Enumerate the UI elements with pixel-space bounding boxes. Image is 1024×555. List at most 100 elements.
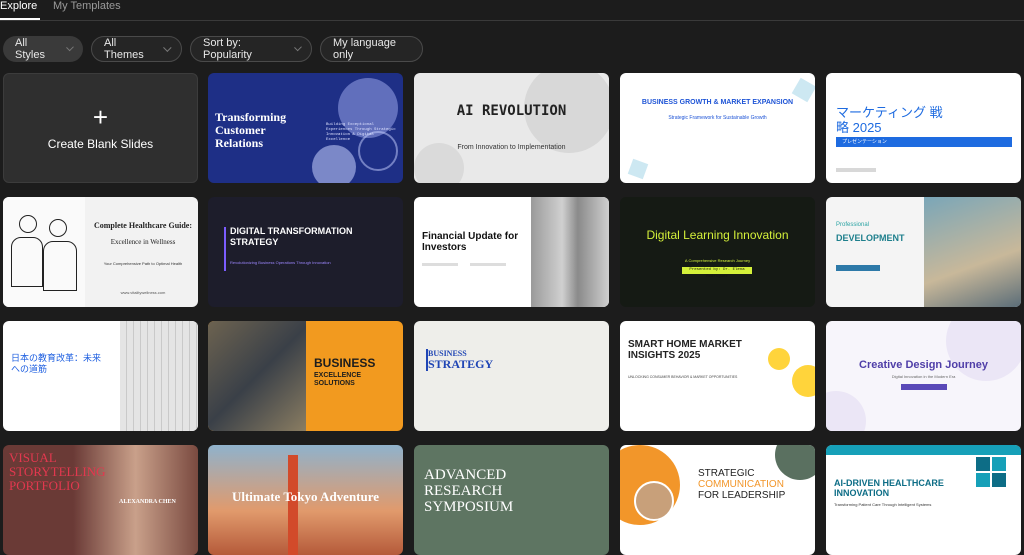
chevron-down-icon <box>163 43 172 52</box>
template-title: Creative Design Journey <box>859 359 988 371</box>
accent-bar <box>426 349 428 371</box>
template-title: DIGITAL TRANSFORMATION STRATEGY <box>230 226 353 247</box>
doctors-illustration <box>3 197 85 307</box>
template-title: Transforming Customer Relations <box>215 110 287 150</box>
template-title: Digital Learning Innovation <box>646 228 789 242</box>
template-title: DEVELOPMENT <box>836 233 905 243</box>
template-subtitle: A Comprehensive Research Journey <box>684 258 751 263</box>
template-card-complete-healthcare-guide[interactable]: Complete Healthcare Guide: Excellence in… <box>3 197 198 307</box>
all-styles-dropdown[interactable]: All Styles <box>3 36 83 62</box>
template-card-ai-healthcare[interactable]: AI-DRIVEN HEALTHCARE INNOVATION Transfor… <box>826 445 1021 555</box>
template-title: Complete Healthcare Guide: <box>93 221 193 230</box>
template-title: BUSINESS GROWTH & MARKET EXPANSION <box>641 99 794 106</box>
template-card-ai-revolution[interactable]: AI REVOLUTION From Innovation to Impleme… <box>414 73 609 183</box>
building-image <box>531 197 609 307</box>
sort-label: Sort by: Popularity <box>203 37 252 61</box>
template-card-creative-design[interactable]: Creative Design Journey Digital Innovati… <box>826 321 1021 431</box>
decor-circle <box>312 145 356 183</box>
template-subtitle: Revolutionizing Business Operations Thro… <box>230 260 331 265</box>
decor-square <box>992 457 1006 471</box>
template-title: Ultimate Tokyo Adventure <box>231 489 380 504</box>
template-title-2: Excellence in Wellness <box>110 238 176 246</box>
sort-dropdown[interactable]: Sort by: Popularity <box>190 36 312 62</box>
template-subtitle: From Innovation to Implementation <box>457 144 566 151</box>
template-subtitle: プレゼンテーション <box>836 137 1012 147</box>
template-subtitle: Your Comprehensive Path to Optimal Healt… <box>103 261 183 266</box>
active-tab-indicator <box>0 18 40 20</box>
tab-my-templates[interactable]: My Templates <box>53 0 121 13</box>
template-title: SMART HOME MARKET INSIGHTS 2025 <box>628 339 742 361</box>
template-card-japan-education[interactable]: 日本の教育改革：未来への道筋 <box>3 321 198 431</box>
decor-square <box>976 473 990 487</box>
template-label: Professional <box>836 222 870 228</box>
template-presenter: Presented by: Dr. Elena Rodriguez <box>682 267 752 279</box>
template-title-2: COMMUNICATION <box>698 479 784 490</box>
template-subtitle: Strategic Framework for Sustainable Grow… <box>668 115 767 121</box>
template-subtitle: Building Exceptional Experiences Through… <box>326 123 396 142</box>
template-card-marketing-2025[interactable]: マーケティング 戦略 2025 プレゼンテーション <box>826 73 1021 183</box>
template-card-digital-learning[interactable]: Digital Learning Innovation A Comprehens… <box>620 197 815 307</box>
template-title: BUSINESS <box>314 356 376 370</box>
decor-square <box>992 473 1006 487</box>
template-subtitle: UNLOCKING CONSUMER BEHAVIOR & MARKET OPP… <box>628 375 738 379</box>
tab-explore[interactable]: Explore <box>0 0 37 13</box>
template-title: マーケティング 戦略 2025 <box>836 105 943 135</box>
team-photo <box>924 197 1021 307</box>
template-title-3: SOLUTIONS <box>314 380 355 387</box>
decor-button <box>901 384 947 390</box>
template-title: AI-DRIVEN HEALTHCARE INNOVATION <box>834 478 944 498</box>
all-themes-dropdown[interactable]: All Themes <box>91 36 182 62</box>
template-subtitle: Digital Innovation in the Modern Era <box>891 374 956 379</box>
template-card-smart-home[interactable]: SMART HOME MARKET INSIGHTS 2025 UNLOCKIN… <box>620 321 815 431</box>
template-card-business-excellence[interactable]: BUSINESS EXCELLENCE SOLUTIONS <box>208 321 403 431</box>
decor-circle <box>768 348 790 370</box>
decor-shape <box>627 158 649 180</box>
tower-image <box>288 455 298 555</box>
create-blank-slides-card[interactable]: + Create Blank Slides <box>3 73 198 183</box>
template-card-business-growth[interactable]: BUSINESS GROWTH & MARKET EXPANSION Strat… <box>620 73 815 183</box>
header-bar <box>826 445 1021 455</box>
decor-circle <box>792 365 815 397</box>
decor-square <box>976 457 990 471</box>
chevron-down-icon <box>293 43 302 52</box>
template-title: Financial Update for Investors <box>422 231 519 253</box>
template-card-visual-storytelling[interactable]: VISUAL STORYTELLING PORTFOLIO ALEXANDRA … <box>3 445 198 555</box>
create-blank-slides-label: Create Blank Slides <box>47 137 154 151</box>
decor-button <box>836 265 880 271</box>
decor-line <box>836 168 876 172</box>
template-subtitle: Transforming Patient Care Through Intell… <box>834 502 932 507</box>
template-card-digital-transformation[interactable]: DIGITAL TRANSFORMATION STRATEGY Revoluti… <box>208 197 403 307</box>
decor-circle <box>946 321 1021 381</box>
chevron-down-icon <box>65 43 74 52</box>
template-card-strategic-communication[interactable]: STRATEGIC COMMUNICATION FOR LEADERSHIP <box>620 445 815 555</box>
template-title: VISUAL STORYTELLING PORTFOLIO <box>9 450 106 493</box>
template-title: STRATEGIC <box>698 468 755 479</box>
accent-bar <box>224 227 226 271</box>
template-card-research-symposium[interactable]: ADVANCED RESEARCH SYMPOSIUM <box>414 445 609 555</box>
tab-bar: Explore My Templates <box>0 0 1024 21</box>
template-title-3: FOR LEADERSHIP <box>698 490 786 501</box>
template-title: 日本の教育改革：未来への道筋 <box>11 353 102 374</box>
template-name: ALEXANDRA CHEN <box>119 499 176 505</box>
template-card-financial-update[interactable]: Financial Update for Investors <box>414 197 609 307</box>
my-language-only-toggle[interactable]: My language only <box>320 36 423 62</box>
speaker-photo <box>634 481 674 521</box>
decor-line <box>470 263 506 266</box>
template-url: www.vitalitywellness.com <box>120 290 166 295</box>
template-title-2: STRATEGY <box>428 357 494 371</box>
template-title-2: EXCELLENCE <box>314 372 362 379</box>
office-photo <box>208 321 306 431</box>
template-card-business-strategy[interactable]: BUSINESS STRATEGY <box>414 321 609 431</box>
all-themes-label: All Themes <box>104 37 144 61</box>
template-card-professional-development[interactable]: Professional DEVELOPMENT <box>826 197 1021 307</box>
template-title: AI REVOLUTION <box>456 103 567 119</box>
classroom-sketch <box>120 321 198 431</box>
plus-icon: + <box>92 102 109 132</box>
my-language-label: My language only <box>333 37 396 61</box>
decor-circle <box>826 391 866 431</box>
template-card-tokyo-adventure[interactable]: Ultimate Tokyo Adventure <box>208 445 403 555</box>
template-title: ADVANCED RESEARCH SYMPOSIUM <box>424 467 514 515</box>
decor-line <box>422 263 458 266</box>
all-styles-label: All Styles <box>15 37 45 61</box>
template-card-transforming-customer-relations[interactable]: Transforming Customer Relations Building… <box>208 73 403 183</box>
